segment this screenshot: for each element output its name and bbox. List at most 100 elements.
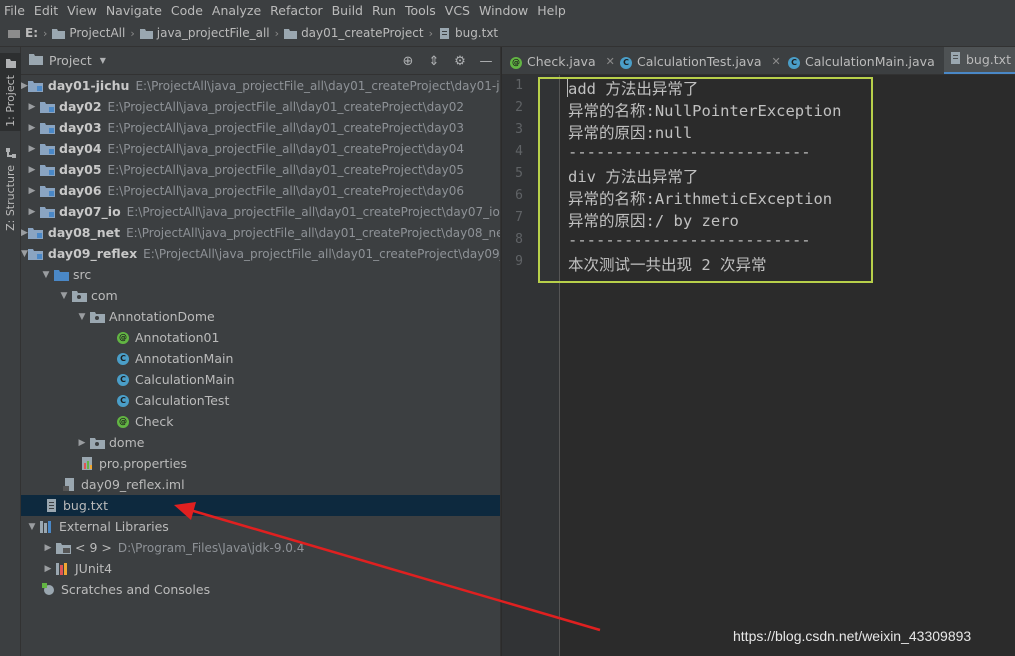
chevron-down-icon[interactable]: ▼ (39, 270, 53, 280)
tree-item-external-libraries[interactable]: ▼ External Libraries (21, 516, 500, 537)
module-folder-icon (39, 121, 55, 135)
tree-item-pro-properties[interactable]: pro.properties (21, 453, 500, 474)
chevron-right-icon[interactable]: ▶ (41, 564, 55, 574)
chevron-right-icon[interactable]: ▶ (25, 144, 39, 154)
editor-tab-bar: @ Check.java ✕ C CalculationTest.java ✕ … (502, 47, 1015, 75)
chevron-right-icon[interactable]: ▶ (25, 102, 39, 112)
tree-path: E:\ProjectAll\java_projectFile_all\day01… (107, 162, 465, 177)
tree-item-com[interactable]: ▼ com (21, 285, 500, 306)
chevron-right-icon: › (43, 26, 48, 40)
chevron-down-icon[interactable]: ▼ (25, 522, 39, 532)
package-icon (89, 310, 105, 324)
menu-run[interactable]: Run (372, 3, 396, 18)
chevron-right-icon[interactable]: ▶ (25, 123, 39, 133)
menu-file[interactable]: File (4, 3, 25, 18)
breadcrumb: E: › ProjectAll › java_projectFile_all ›… (0, 20, 1015, 47)
chevron-down-icon[interactable]: ▼ (21, 249, 28, 259)
menu-tools[interactable]: Tools (405, 3, 436, 18)
tree-item-scratches[interactable]: Scratches and Consoles (21, 579, 500, 600)
module-folder-icon (28, 79, 44, 93)
menu-navigate[interactable]: Navigate (106, 3, 162, 18)
tab-bug-txt[interactable]: bug.txt (944, 47, 1015, 74)
chevron-right-icon[interactable]: ▶ (21, 228, 28, 238)
breadcrumb-drive[interactable]: E: (8, 26, 38, 40)
menu-analyze[interactable]: Analyze (212, 3, 261, 18)
chevron-right-icon[interactable]: ▶ (41, 543, 55, 553)
tree-item-calculationmain[interactable]: C CalculationMain (21, 369, 500, 390)
tree-item-day09-reflex[interactable]: ▼ day09_reflex E:\ProjectAll\java_projec… (21, 243, 501, 264)
line-number: 8 (515, 232, 523, 247)
tree-item-src[interactable]: ▼ src (21, 264, 500, 285)
chevron-right-icon[interactable]: ▶ (25, 165, 39, 175)
chevron-right-icon[interactable]: ▶ (25, 207, 39, 217)
tree-label: day05 (59, 162, 102, 177)
tree-item-calculationtest[interactable]: C CalculationTest (21, 390, 500, 411)
close-icon[interactable]: ✕ (772, 55, 781, 68)
tree-item-annotation01[interactable]: @ Annotation01 (21, 327, 500, 348)
tree-label: bug.txt (63, 498, 108, 513)
breadcrumb-day01-createproject[interactable]: day01_createProject (284, 26, 424, 40)
scratches-icon (41, 583, 57, 597)
line-number: 1 (515, 78, 523, 93)
tree-label: day09_reflex (47, 246, 138, 261)
tree-item-day05[interactable]: ▶ day05 E:\ProjectAll\java_projectFile_a… (21, 159, 500, 180)
tree-item-day08-net[interactable]: ▶ day08_net E:\ProjectAll\java_projectFi… (21, 222, 500, 243)
chevron-right-icon[interactable]: ▶ (75, 438, 89, 448)
tab-check-java[interactable]: @ Check.java ✕ (504, 47, 615, 74)
chevron-down-icon[interactable]: ▼ (75, 312, 89, 322)
breadcrumb-java-projectfile-all[interactable]: java_projectFile_all (139, 26, 270, 40)
tree-item-jdk[interactable]: ▶ < 9 > D:\Program_Files\Java\jdk-9.0.4 (21, 537, 500, 558)
chevron-right-icon: › (130, 26, 135, 40)
menu-build[interactable]: Build (332, 3, 363, 18)
text-file-icon (438, 27, 451, 39)
tree-path: E:\ProjectAll\java_projectFile_all\day01… (143, 246, 501, 261)
line-number: 7 (515, 210, 523, 225)
chevron-down-icon[interactable]: ▼ (57, 291, 71, 301)
tree-item-bug-txt[interactable]: bug.txt (21, 495, 500, 516)
tree-item-day09-reflex-iml[interactable]: day09_reflex.iml (21, 474, 500, 495)
menu-help[interactable]: Help (537, 3, 566, 18)
tree-item-day04[interactable]: ▶ day04 E:\ProjectAll\java_projectFile_a… (21, 138, 500, 159)
breadcrumb-bug-txt[interactable]: bug.txt (438, 26, 498, 40)
chevron-right-icon[interactable]: ▶ (25, 186, 39, 196)
module-folder-icon (39, 100, 55, 114)
chevron-right-icon[interactable]: ▶ (21, 81, 28, 91)
module-folder-icon (39, 163, 55, 177)
tree-label: day04 (59, 141, 102, 156)
tree-item-day07-io[interactable]: ▶ day07_io E:\ProjectAll\java_projectFil… (21, 201, 500, 222)
menu-vcs[interactable]: VCS (445, 3, 470, 18)
collapse-all-icon[interactable]: ⇕ (426, 53, 442, 69)
tab-calculationtest-java[interactable]: C CalculationTest.java ✕ (614, 47, 781, 74)
hide-panel-icon[interactable]: — (478, 53, 494, 69)
tree-item-day02[interactable]: ▶ day02 E:\ProjectAll\java_projectFile_a… (21, 96, 500, 117)
menu-window[interactable]: Window (479, 3, 528, 18)
gear-icon[interactable]: ⚙ (452, 53, 468, 69)
menu-refactor[interactable]: Refactor (270, 3, 322, 18)
tab-structure-tool[interactable]: Z: Structure (0, 143, 21, 231)
text-file-icon (43, 499, 59, 513)
tree-item-junit4[interactable]: ▶ JUnit4 (21, 558, 500, 579)
menu-code[interactable]: Code (171, 3, 203, 18)
project-panel-title[interactable]: Project (49, 53, 92, 68)
editor[interactable]: 1 2 3 4 5 6 7 8 9 add 方法出异常了 异常的名称:NullP… (502, 75, 1015, 656)
breadcrumb-projectall[interactable]: ProjectAll (52, 26, 125, 40)
tree-item-annotationdome[interactable]: ▼ AnnotationDome (21, 306, 500, 327)
tree-item-check[interactable]: @ Check (21, 411, 500, 432)
tree-item-dome[interactable]: ▶ dome (21, 432, 500, 453)
tree-item-day06[interactable]: ▶ day06 E:\ProjectAll\java_projectFile_a… (21, 180, 500, 201)
menu-edit[interactable]: Edit (34, 3, 58, 18)
tree-item-day01-jichu[interactable]: ▶ day01-jichu E:\ProjectAll\java_project… (21, 75, 500, 96)
tab-label: bug.txt (966, 52, 1011, 67)
text-file-icon (950, 52, 961, 67)
tree-item-day03[interactable]: ▶ day03 E:\ProjectAll\java_projectFile_a… (21, 117, 500, 138)
menu-view[interactable]: View (67, 3, 97, 18)
chevron-down-icon[interactable]: ▼ (100, 56, 106, 65)
line-number: 9 (515, 254, 523, 269)
annotation-icon: @ (117, 331, 129, 344)
folder-icon (284, 28, 298, 39)
chevron-right-icon: › (428, 26, 433, 40)
tab-project-tool[interactable]: 1: Project (0, 53, 21, 131)
tree-item-annotationmain[interactable]: C AnnotationMain (21, 348, 500, 369)
locate-file-icon[interactable]: ⊕ (400, 53, 416, 69)
tab-calculationmain-java[interactable]: C CalculationMain.java ✕ (782, 47, 954, 74)
